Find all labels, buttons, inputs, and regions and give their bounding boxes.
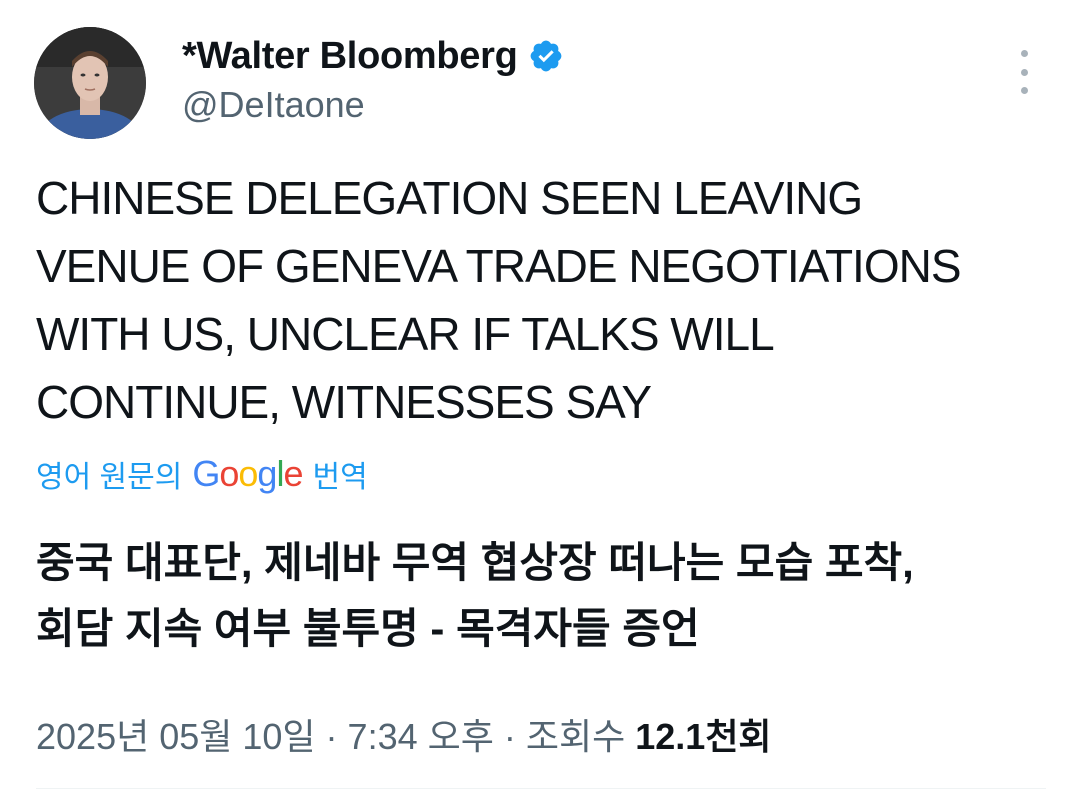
author-name-row: *Walter Bloomberg xyxy=(182,32,564,80)
tweet-text-line: WITH US, UNCLEAR IF TALKS WILL xyxy=(36,308,775,360)
author-handle[interactable]: @DeItaone xyxy=(182,84,365,126)
profile-photo-icon xyxy=(34,27,146,139)
more-options-icon[interactable] xyxy=(1006,50,1042,94)
meta-separator: · xyxy=(315,716,348,757)
translated-text: 중국 대표단, 제네바 무역 협상장 떠나는 모습 포착, 회담 지속 여부 불… xyxy=(36,530,1066,662)
tweet-time[interactable]: 7:34 오후 xyxy=(348,716,494,757)
tweet-date[interactable]: 2025년 05월 10일 xyxy=(36,716,316,757)
translated-by-google-link[interactable]: 영어 원문의 Google 번역 xyxy=(36,452,368,496)
divider xyxy=(36,788,1046,789)
tweet-metadata: 2025년 05월 10일 · 7:34 오후 · 조회수 12.1천회 xyxy=(36,708,772,760)
verified-badge-icon xyxy=(528,38,564,74)
translation-prefix: 영어 원문의 xyxy=(36,461,183,494)
translated-text-line: 회담 지속 여부 불투명 - 목격자들 증언 xyxy=(36,605,700,652)
translation-suffix: 번역 xyxy=(312,461,368,494)
views-count[interactable]: 12.1천회 xyxy=(635,716,771,757)
views-label: 조회수 xyxy=(525,716,626,757)
translated-text-line: 중국 대표단, 제네바 무역 협상장 떠나는 모습 포착, xyxy=(36,539,914,586)
tweet-text-line: CHINESE DELEGATION SEEN LEAVING xyxy=(36,172,863,224)
tweet-text: CHINESE DELEGATION SEEN LEAVING VENUE OF… xyxy=(36,164,1066,436)
author-display-name[interactable]: *Walter Bloomberg xyxy=(182,35,518,78)
tweet-text-line: CONTINUE, WITNESSES SAY xyxy=(36,376,652,428)
google-logo: Google xyxy=(192,453,303,494)
avatar[interactable] xyxy=(34,27,146,139)
meta-separator: · xyxy=(493,716,526,757)
tweet-container: *Walter Bloomberg @DeItaone CHINESE DELE… xyxy=(0,0,1080,792)
tweet-text-line: VENUE OF GENEVA TRADE NEGOTIATIONS xyxy=(36,240,962,292)
